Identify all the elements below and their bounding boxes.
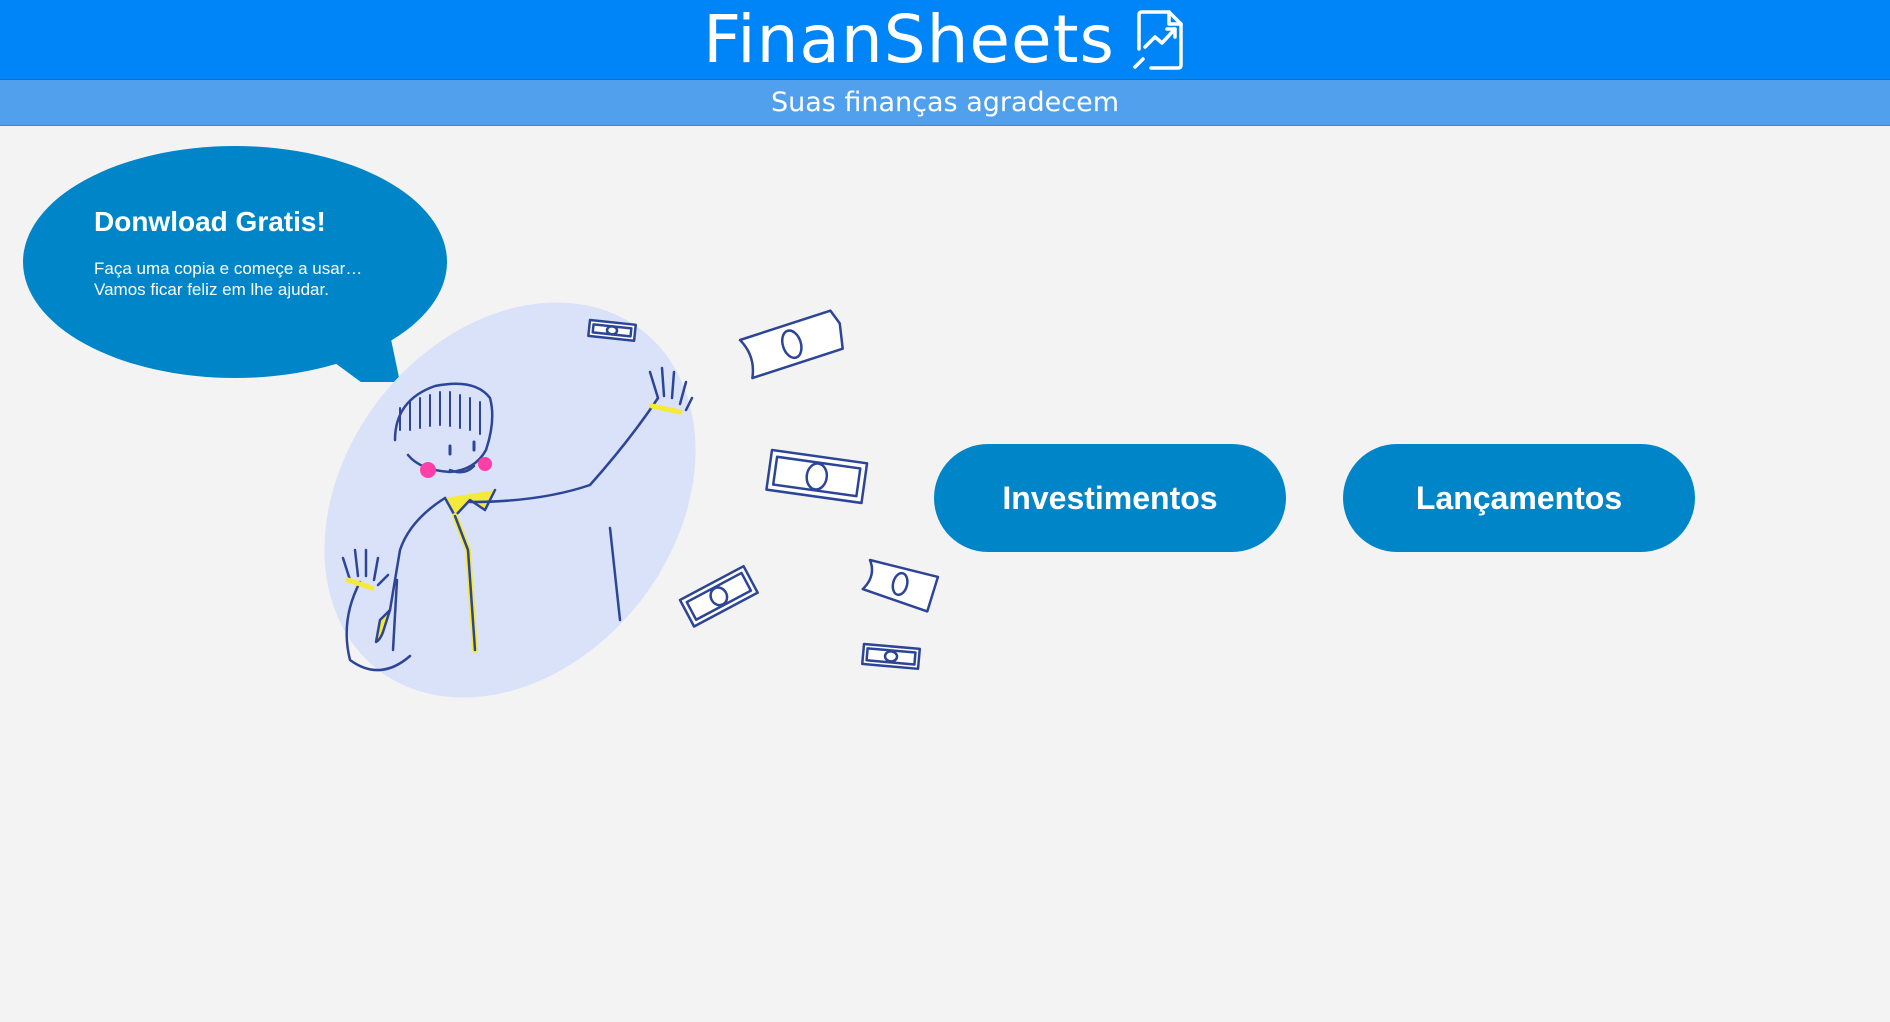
app-title: FinanSheets (703, 0, 1115, 78)
lancamentos-button[interactable]: Lançamentos (1343, 444, 1695, 552)
header-bar: FinanSheets (0, 0, 1890, 80)
tagline: Suas finanças agradecem (770, 87, 1120, 118)
chart-document-icon (1133, 9, 1183, 70)
promo-title: Donwload Gratis! (94, 206, 326, 237)
tagline-bar: Suas finanças agradecem (0, 80, 1890, 126)
investimentos-button[interactable]: Investimentos (934, 444, 1286, 552)
brand: FinanSheets (703, 0, 1187, 80)
person-with-money-illustration (324, 302, 940, 698)
